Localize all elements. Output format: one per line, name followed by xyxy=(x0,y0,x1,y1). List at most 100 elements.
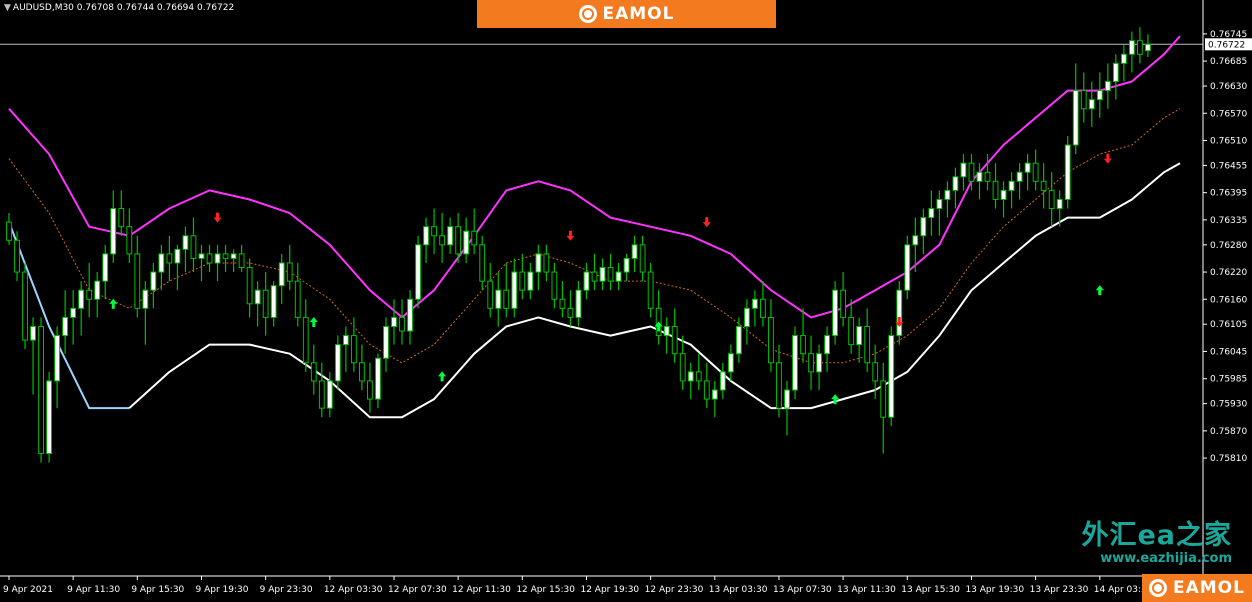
bull-candle[interactable] xyxy=(928,208,935,219)
bear-candle[interactable] xyxy=(519,271,526,291)
bull-candle[interactable] xyxy=(527,271,534,291)
bull-candle[interactable] xyxy=(383,325,389,359)
chart-menu-arrow-icon[interactable]: ▼ xyxy=(4,3,11,13)
bull-candle[interactable] xyxy=(1024,162,1031,173)
bear-candle[interactable] xyxy=(318,380,325,409)
bear-candle[interactable] xyxy=(471,230,478,246)
bull-candle[interactable] xyxy=(342,335,349,346)
bull-candle[interactable] xyxy=(743,307,750,327)
bull-candle[interactable] xyxy=(447,226,454,246)
bear-candle[interactable] xyxy=(607,267,614,282)
bear-candle[interactable] xyxy=(38,325,44,455)
bull-candle[interactable] xyxy=(631,244,638,259)
bull-candle[interactable] xyxy=(70,307,77,318)
bull-candle[interactable] xyxy=(1072,90,1079,146)
bull-candle[interactable] xyxy=(150,271,157,291)
bull-candle[interactable] xyxy=(110,208,117,255)
bull-candle[interactable] xyxy=(94,280,101,300)
bull-candle[interactable] xyxy=(182,235,189,250)
bear-candle[interactable] xyxy=(703,380,710,400)
bull-candle[interactable] xyxy=(1056,198,1063,210)
bull-candle[interactable] xyxy=(511,271,518,309)
bull-candle[interactable] xyxy=(1000,189,1007,200)
bear-candle[interactable] xyxy=(880,380,887,418)
bear-candle[interactable] xyxy=(639,244,646,273)
bull-candle[interactable] xyxy=(254,289,261,305)
bear-candle[interactable] xyxy=(543,253,550,273)
bear-candle[interactable] xyxy=(399,316,405,332)
bull-candle[interactable] xyxy=(270,285,277,318)
bull-candle[interactable] xyxy=(904,244,911,291)
bull-candle[interactable] xyxy=(832,289,839,337)
bear-candle[interactable] xyxy=(503,289,510,309)
bull-candle[interactable] xyxy=(375,357,381,400)
bear-candle[interactable] xyxy=(431,226,437,237)
bull-candle[interactable] xyxy=(230,253,237,259)
bear-candle[interactable] xyxy=(222,253,229,259)
bear-candle[interactable] xyxy=(559,298,566,309)
bear-candle[interactable] xyxy=(848,316,855,346)
bear-candle[interactable] xyxy=(367,380,373,400)
bear-candle[interactable] xyxy=(166,253,173,264)
bull-candle[interactable] xyxy=(735,325,742,355)
bull-candle[interactable] xyxy=(1128,40,1135,55)
bull-candle[interactable] xyxy=(920,217,927,237)
bull-candle[interactable] xyxy=(326,380,333,409)
bear-candle[interactable] xyxy=(984,171,991,182)
bear-candle[interactable] xyxy=(872,362,879,382)
bull-candle[interactable] xyxy=(1145,43,1151,52)
bull-candle[interactable] xyxy=(663,325,670,337)
bull-candle[interactable] xyxy=(583,271,590,291)
bull-candle[interactable] xyxy=(784,389,790,409)
bear-candle[interactable] xyxy=(1032,162,1039,182)
bull-candle[interactable] xyxy=(78,289,85,309)
bull-candle[interactable] xyxy=(46,380,53,455)
bull-candle[interactable] xyxy=(936,198,943,210)
price-chart[interactable]: 0.767450.766850.766300.765700.765100.764… xyxy=(0,0,1252,602)
bull-candle[interactable] xyxy=(1104,81,1111,92)
bull-candle[interactable] xyxy=(30,325,36,341)
bear-candle[interactable] xyxy=(695,371,702,382)
bear-candle[interactable] xyxy=(808,353,814,373)
bull-candle[interactable] xyxy=(727,353,734,373)
bear-candle[interactable] xyxy=(768,316,774,364)
bull-candle[interactable] xyxy=(856,325,863,346)
bear-candle[interactable] xyxy=(246,267,253,305)
bull-candle[interactable] xyxy=(423,226,429,246)
bull-candle[interactable] xyxy=(952,176,959,191)
bear-candle[interactable] xyxy=(671,325,678,355)
bull-candle[interactable] xyxy=(142,289,149,309)
bull-candle[interactable] xyxy=(824,335,831,355)
bear-candle[interactable] xyxy=(190,235,197,259)
bull-candle[interactable] xyxy=(214,253,221,264)
bear-candle[interactable] xyxy=(302,316,309,364)
bull-candle[interactable] xyxy=(334,344,341,382)
bear-candle[interactable] xyxy=(679,353,686,382)
bear-candle[interactable] xyxy=(134,253,141,309)
bull-candle[interactable] xyxy=(888,335,895,418)
bull-candle[interactable] xyxy=(1120,53,1127,64)
bull-candle[interactable] xyxy=(575,289,582,318)
bull-candle[interactable] xyxy=(1016,171,1023,182)
bear-candle[interactable] xyxy=(551,271,558,300)
bull-candle[interactable] xyxy=(623,257,630,273)
bull-candle[interactable] xyxy=(711,389,718,400)
bull-candle[interactable] xyxy=(62,316,69,337)
bull-candle[interactable] xyxy=(415,244,421,300)
bear-candle[interactable] xyxy=(6,221,12,241)
bull-candle[interactable] xyxy=(158,253,165,273)
bear-candle[interactable] xyxy=(238,253,245,269)
bear-candle[interactable] xyxy=(1040,180,1047,191)
bear-candle[interactable] xyxy=(487,280,494,309)
bull-candle[interactable] xyxy=(1064,144,1071,200)
bear-candle[interactable] xyxy=(864,325,871,364)
bull-candle[interactable] xyxy=(912,235,919,246)
bull-candle[interactable] xyxy=(198,253,205,259)
bear-candle[interactable] xyxy=(776,362,782,409)
bear-candle[interactable] xyxy=(647,271,654,309)
bear-candle[interactable] xyxy=(14,239,20,273)
bear-candle[interactable] xyxy=(358,362,365,382)
bull-candle[interactable] xyxy=(278,262,285,287)
bear-candle[interactable] xyxy=(350,335,357,364)
bull-candle[interactable] xyxy=(407,298,413,332)
